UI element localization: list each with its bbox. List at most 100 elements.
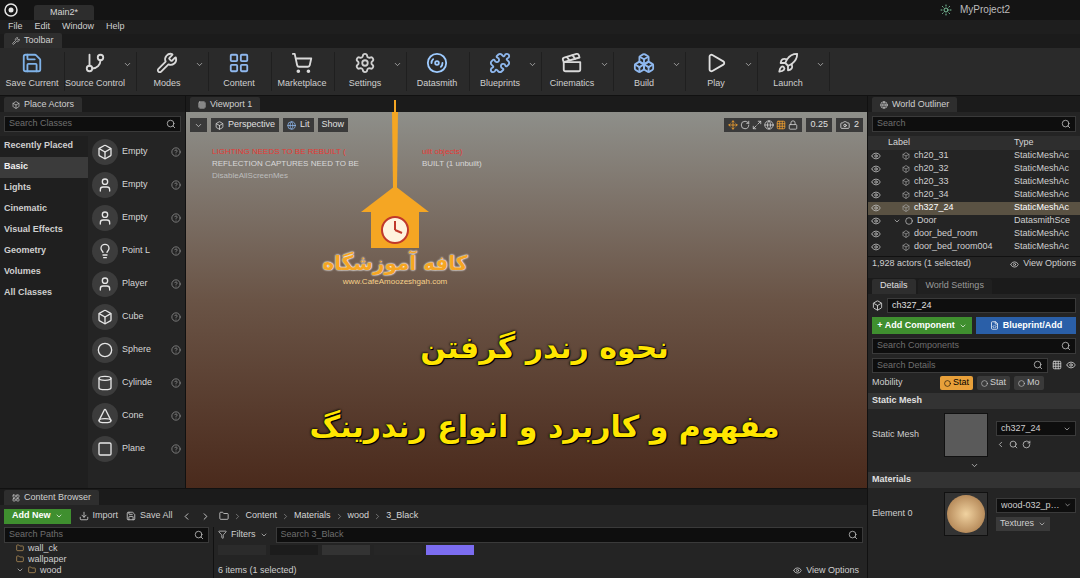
asset-thumbnail[interactable] bbox=[374, 545, 422, 555]
use-selected-icon[interactable] bbox=[996, 440, 1005, 449]
mobility-option[interactable]: Mo bbox=[1014, 376, 1044, 390]
visibility-icon[interactable] bbox=[871, 164, 881, 174]
outliner-row[interactable]: ch20_31StaticMeshAc bbox=[868, 150, 1080, 163]
category-item[interactable]: Geometry bbox=[0, 241, 88, 262]
back-icon[interactable] bbox=[181, 511, 192, 522]
camera-speed[interactable]: 2 bbox=[836, 118, 863, 132]
help-icon[interactable] bbox=[171, 444, 181, 454]
actor-name-field[interactable]: ch327_24 bbox=[887, 298, 1076, 314]
actor-item[interactable]: Empty bbox=[88, 202, 185, 235]
visibility-icon[interactable] bbox=[871, 242, 881, 252]
toolbar-button[interactable]: Marketplace bbox=[274, 52, 335, 91]
world-outliner-tab[interactable]: World Outliner bbox=[872, 97, 957, 112]
folder-item[interactable]: wall_ck bbox=[4, 543, 209, 554]
grid-icon[interactable] bbox=[776, 120, 786, 130]
breadcrumb-item[interactable]: Content bbox=[246, 509, 278, 523]
expand-arrow-icon[interactable] bbox=[970, 461, 979, 470]
outliner-row[interactable]: ch20_32StaticMeshAc bbox=[868, 163, 1080, 176]
category-item[interactable]: Volumes bbox=[0, 262, 88, 283]
outliner-row[interactable]: door_bed_room004StaticMeshAc bbox=[868, 241, 1080, 254]
visibility-icon[interactable] bbox=[871, 216, 881, 226]
visibility-icon[interactable] bbox=[871, 203, 881, 213]
import-button[interactable]: Import bbox=[79, 509, 119, 523]
eye-icon[interactable] bbox=[1066, 360, 1076, 370]
help-icon[interactable] bbox=[171, 180, 181, 190]
menu-item[interactable]: Help bbox=[106, 20, 125, 34]
category-item[interactable]: All Classes bbox=[0, 283, 88, 304]
mobility-option[interactable]: Stat bbox=[940, 376, 973, 390]
expand-arrow-icon[interactable] bbox=[893, 217, 901, 225]
actor-item[interactable]: Cube bbox=[88, 301, 185, 334]
toolbar-button[interactable]: Modes bbox=[139, 52, 209, 91]
mesh-thumbnail[interactable] bbox=[944, 413, 988, 457]
toolbar-button[interactable]: Play bbox=[688, 52, 758, 91]
visibility-icon[interactable] bbox=[871, 177, 881, 187]
help-icon[interactable] bbox=[171, 411, 181, 421]
save-all-button[interactable]: Save All bbox=[126, 509, 173, 523]
asset-thumbnail[interactable] bbox=[322, 545, 370, 555]
toolbar-button[interactable]: Cinematics bbox=[544, 52, 614, 91]
material-dropdown[interactable]: wood-032_poplar bbox=[996, 498, 1076, 514]
asset-thumbnail[interactable] bbox=[270, 545, 318, 555]
viewport-tab[interactable]: Viewport 1 bbox=[190, 97, 260, 112]
toolbar-button[interactable]: Build bbox=[616, 52, 686, 91]
category-item[interactable]: Cinematic bbox=[0, 199, 88, 220]
expand-arrow-icon[interactable] bbox=[16, 566, 24, 574]
toolbar-button[interactable]: Settings bbox=[337, 52, 407, 91]
viewport-options-button[interactable] bbox=[190, 118, 207, 132]
help-icon[interactable] bbox=[171, 345, 181, 355]
show-button[interactable]: Show bbox=[318, 118, 349, 132]
textures-button[interactable]: Textures bbox=[996, 517, 1050, 531]
details-tab[interactable]: World Settings bbox=[918, 279, 992, 294]
breadcrumb-item[interactable]: Materials bbox=[294, 509, 331, 523]
blueprint-button[interactable]: Blueprint/Add bbox=[976, 317, 1076, 334]
dropdown-arrow-icon[interactable] bbox=[123, 60, 132, 69]
menu-item[interactable]: Window bbox=[62, 20, 94, 34]
outliner-row[interactable]: DoorDatasmithSce bbox=[868, 215, 1080, 228]
category-item[interactable]: Basic bbox=[0, 157, 88, 178]
angle-snap-icon[interactable] bbox=[788, 120, 798, 130]
outliner-view-options[interactable]: View Options bbox=[1010, 257, 1076, 271]
asset-thumbnail[interactable] bbox=[426, 545, 474, 555]
breadcrumb-item[interactable]: 3_Black bbox=[386, 509, 418, 523]
static-mesh-header[interactable]: Static Mesh bbox=[868, 393, 1080, 409]
materials-header[interactable]: Materials bbox=[868, 472, 1080, 488]
mobility-option[interactable]: Stat bbox=[977, 376, 1010, 390]
search-assets-field[interactable]: Search 3_Black bbox=[276, 527, 864, 543]
actor-item[interactable]: Cylinde bbox=[88, 367, 185, 400]
menu-item[interactable]: File bbox=[8, 20, 23, 34]
document-tab[interactable]: Main2* bbox=[34, 5, 94, 20]
view-options-button[interactable]: View Options bbox=[793, 564, 863, 578]
reset-icon[interactable] bbox=[1022, 440, 1031, 449]
toolbar-button[interactable]: Source Control bbox=[67, 52, 137, 91]
material-thumbnail[interactable] bbox=[944, 492, 988, 536]
outliner-row[interactable]: ch20_33StaticMeshAc bbox=[868, 176, 1080, 189]
folder-item[interactable]: wood bbox=[4, 565, 209, 576]
help-icon[interactable] bbox=[171, 312, 181, 322]
search-classes-field[interactable]: Search Classes bbox=[4, 116, 181, 132]
content-browser-tab[interactable]: Content Browser bbox=[4, 490, 99, 505]
place-actors-tab[interactable]: Place Actors bbox=[4, 97, 82, 112]
actor-item[interactable]: Sphere bbox=[88, 334, 185, 367]
dropdown-arrow-icon[interactable] bbox=[195, 60, 204, 69]
search-details-field[interactable]: Search Details bbox=[872, 358, 1048, 374]
actor-item[interactable]: Player bbox=[88, 268, 185, 301]
visibility-icon[interactable] bbox=[871, 190, 881, 200]
grid-view-icon[interactable] bbox=[1052, 360, 1062, 370]
asset-thumbnail[interactable] bbox=[218, 545, 266, 555]
world-icon[interactable] bbox=[764, 120, 774, 130]
visibility-icon[interactable] bbox=[871, 151, 881, 161]
search-components-field[interactable]: Search Components bbox=[872, 338, 1076, 354]
mesh-dropdown[interactable]: ch327_24 bbox=[996, 421, 1076, 437]
help-icon[interactable] bbox=[171, 147, 181, 157]
help-icon[interactable] bbox=[171, 246, 181, 256]
actor-item[interactable]: Cone bbox=[88, 400, 185, 433]
dropdown-arrow-icon[interactable] bbox=[393, 60, 402, 69]
category-item[interactable]: Lights bbox=[0, 178, 88, 199]
actor-item[interactable]: Point L bbox=[88, 235, 185, 268]
scale-icon[interactable] bbox=[752, 120, 762, 130]
visibility-icon[interactable] bbox=[871, 229, 881, 239]
forward-icon[interactable] bbox=[200, 511, 211, 522]
outliner-row[interactable]: door_bed_roomStaticMeshAc bbox=[868, 228, 1080, 241]
breadcrumb-item[interactable]: wood bbox=[348, 509, 370, 523]
